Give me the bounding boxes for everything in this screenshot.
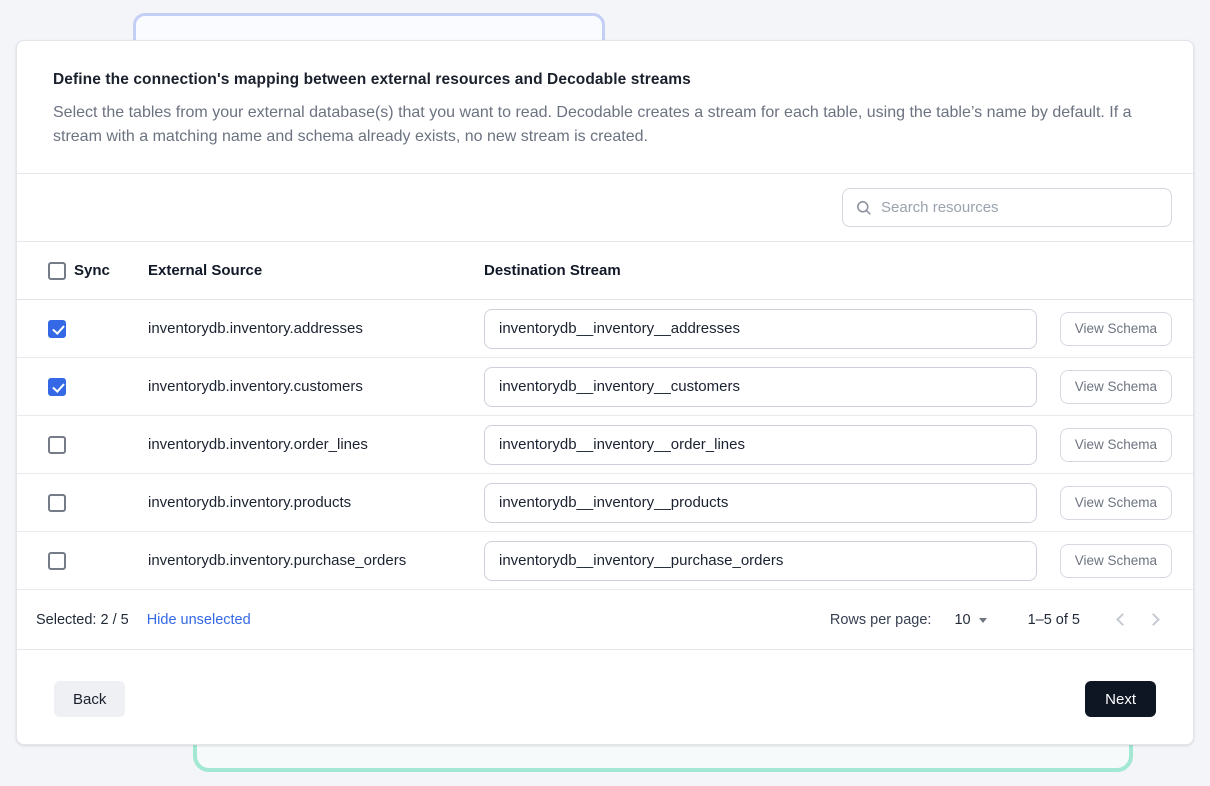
- previous-page-button[interactable]: [1104, 603, 1138, 637]
- external-source-label: inventorydb.inventory.products: [148, 494, 484, 511]
- table-row: inventorydb.inventory.products View Sche…: [17, 474, 1193, 532]
- table-header-row: Sync External Source Destination Stream: [17, 242, 1193, 300]
- destination-stream-input[interactable]: [484, 541, 1037, 581]
- rows-per-page-value: 10: [954, 612, 970, 628]
- external-source-column-header: External Source: [148, 262, 484, 279]
- destination-stream-column-header: Destination Stream: [484, 262, 1048, 279]
- chevron-left-icon: [1116, 613, 1129, 626]
- search-row: [17, 174, 1193, 241]
- sync-checkbox[interactable]: [48, 494, 66, 512]
- page-title: Define the connection's mapping between …: [53, 71, 1133, 89]
- view-schema-button[interactable]: View Schema: [1060, 370, 1172, 404]
- search-icon: [855, 199, 872, 216]
- table-body: inventorydb.inventory.addresses View Sch…: [17, 300, 1193, 590]
- sync-checkbox[interactable]: [48, 552, 66, 570]
- page-description: Select the tables from your external dat…: [53, 101, 1133, 149]
- rows-per-page-label: Rows per page:: [830, 612, 932, 628]
- page-range-label: 1–5 of 5: [1028, 612, 1080, 628]
- pagination-bar: Selected: 2 / 5 Hide unselected Rows per…: [17, 590, 1193, 649]
- selected-count-label: Selected: 2 / 5: [36, 612, 129, 628]
- rows-per-page-select[interactable]: 10: [954, 612, 986, 628]
- sync-checkbox[interactable]: [48, 436, 66, 454]
- destination-stream-input[interactable]: [484, 425, 1037, 465]
- sync-checkbox[interactable]: [48, 378, 66, 396]
- view-schema-button[interactable]: View Schema: [1060, 486, 1172, 520]
- wizard-actions: Back Next: [17, 650, 1193, 717]
- hide-unselected-link[interactable]: Hide unselected: [147, 612, 251, 628]
- table-row: inventorydb.inventory.customers View Sch…: [17, 358, 1193, 416]
- chevron-right-icon: [1147, 613, 1160, 626]
- destination-stream-input[interactable]: [484, 309, 1037, 349]
- next-button[interactable]: Next: [1085, 681, 1156, 717]
- mapping-step-card: Define the connection's mapping between …: [16, 40, 1194, 745]
- sync-column-header: Sync: [74, 262, 110, 279]
- external-source-label: inventorydb.inventory.addresses: [148, 320, 484, 337]
- caret-down-icon: [979, 618, 987, 623]
- destination-stream-input[interactable]: [484, 367, 1037, 407]
- view-schema-button[interactable]: View Schema: [1060, 428, 1172, 462]
- table-row: inventorydb.inventory.purchase_orders Vi…: [17, 532, 1193, 590]
- table-row: inventorydb.inventory.addresses View Sch…: [17, 300, 1193, 358]
- external-source-label: inventorydb.inventory.purchase_orders: [148, 552, 484, 569]
- view-schema-button[interactable]: View Schema: [1060, 544, 1172, 578]
- next-page-button[interactable]: [1138, 603, 1172, 637]
- table-row: inventorydb.inventory.order_lines View S…: [17, 416, 1193, 474]
- card-header: Define the connection's mapping between …: [17, 41, 1193, 173]
- external-source-label: inventorydb.inventory.order_lines: [148, 436, 484, 453]
- back-button[interactable]: Back: [54, 681, 125, 717]
- sync-checkbox[interactable]: [48, 320, 66, 338]
- external-source-label: inventorydb.inventory.customers: [148, 378, 484, 395]
- search-input[interactable]: [881, 199, 1159, 216]
- view-schema-button[interactable]: View Schema: [1060, 312, 1172, 346]
- select-all-checkbox[interactable]: [48, 262, 66, 280]
- search-box[interactable]: [842, 188, 1172, 227]
- destination-stream-input[interactable]: [484, 483, 1037, 523]
